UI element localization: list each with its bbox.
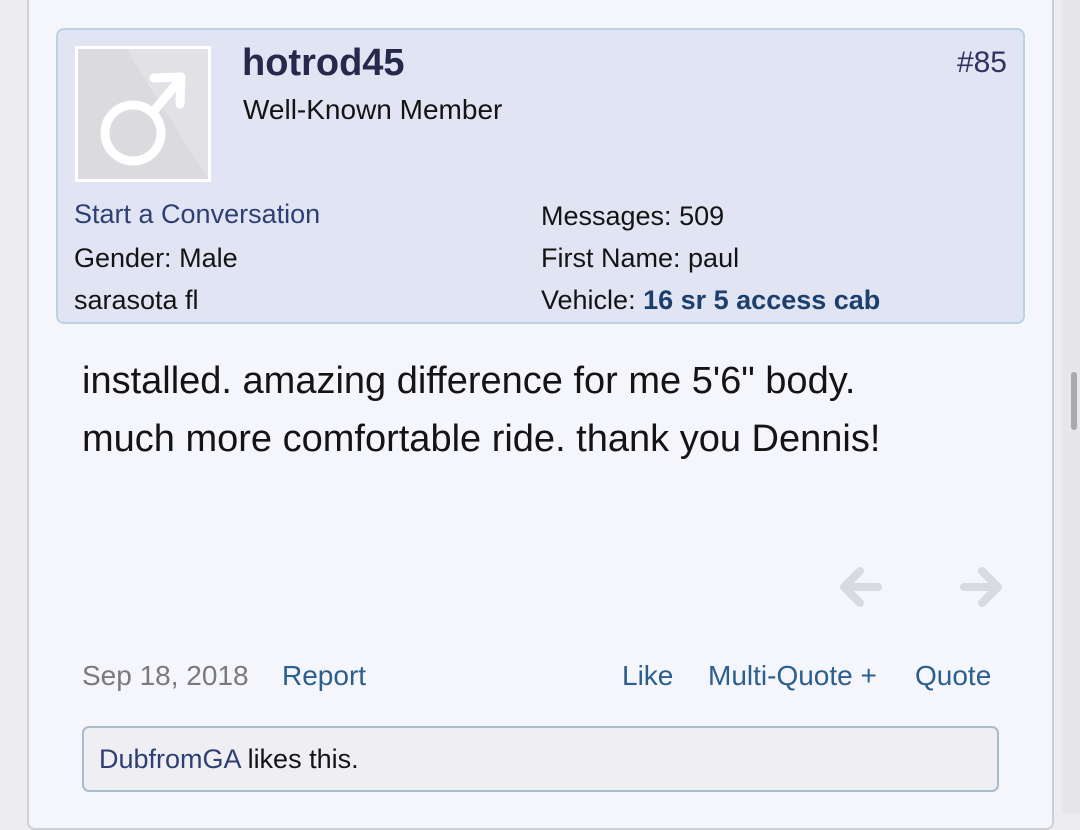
vehicle-label: Vehicle:: [541, 285, 636, 315]
start-conversation-link[interactable]: Start a Conversation: [74, 199, 320, 230]
gender-value: Male: [179, 243, 238, 273]
scrollbar-thumb[interactable]: [1071, 372, 1077, 430]
gender-label: Gender:: [74, 243, 172, 273]
messages-row: Messages: 509: [541, 201, 724, 232]
vehicle-value: 16 sr 5 access cab: [643, 285, 881, 315]
report-link[interactable]: Report: [282, 660, 366, 692]
message-body: installed. amazing difference for me 5'6…: [82, 352, 1022, 468]
like-link[interactable]: Like: [622, 660, 673, 692]
messages-value: 509: [679, 201, 725, 231]
first-name-value: paul: [688, 243, 740, 273]
likes-suffix: likes this.: [240, 744, 359, 774]
first-name-label: First Name:: [541, 243, 681, 273]
male-symbol-icon: [78, 49, 208, 179]
post-date[interactable]: Sep 18, 2018: [82, 660, 249, 692]
user-title: Well-Known Member: [243, 94, 503, 125]
message-line: installed. amazing difference for me 5'6…: [82, 360, 856, 402]
first-name-row: First Name: paul: [541, 243, 739, 274]
avatar[interactable]: [75, 46, 211, 182]
user-info-card: hotrod45 Well-Known Member #85 Start a C…: [56, 28, 1025, 324]
username-link[interactable]: hotrod45: [242, 42, 405, 85]
likes-summary: DubfromGA likes this.: [82, 726, 999, 792]
gender-row: Gender: Male: [74, 243, 238, 274]
message-line: much more comfortable ride. thank you De…: [82, 418, 881, 460]
location-text: sarasota fl: [74, 285, 199, 315]
arrow-left-icon[interactable]: [838, 566, 882, 613]
messages-label: Messages:: [541, 201, 672, 231]
multi-quote-link[interactable]: Multi-Quote +: [708, 660, 877, 692]
quote-link[interactable]: Quote: [915, 660, 991, 692]
liker-link[interactable]: DubfromGA: [99, 744, 240, 774]
post-number-link[interactable]: #85: [957, 46, 1007, 80]
arrow-right-icon[interactable]: [960, 566, 1004, 613]
vehicle-row: Vehicle: 16 sr 5 access cab: [541, 285, 880, 316]
